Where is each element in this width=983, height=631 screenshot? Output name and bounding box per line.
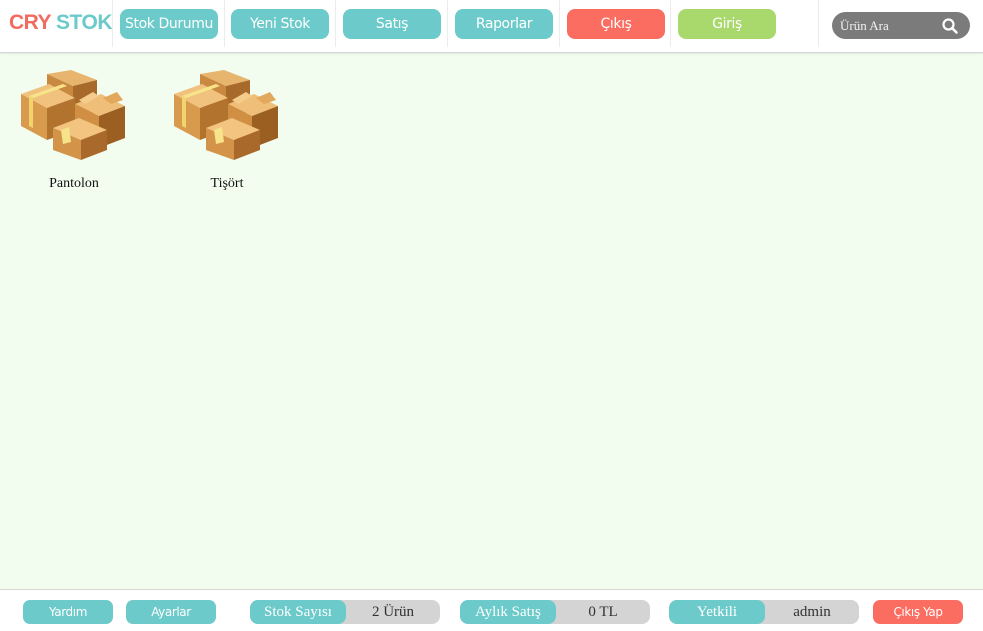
settings-button[interactable]: Ayarlar bbox=[126, 600, 216, 624]
app-logo: CRY STOK bbox=[9, 11, 112, 35]
logo-part-2: STOK bbox=[56, 11, 112, 34]
divider bbox=[112, 0, 113, 47]
reports-button[interactable]: Raporlar bbox=[455, 9, 553, 39]
product-item-tisort[interactable]: Tişört bbox=[172, 70, 282, 200]
stock-count-value: 2 Ürün bbox=[371, 604, 415, 620]
bottom-bar: Yardım Ayarlar Stok Sayısı 2 Ürün Aylık … bbox=[0, 589, 983, 631]
authorized-label: Yetkili bbox=[669, 600, 765, 624]
entry-button[interactable]: Giriş bbox=[678, 9, 776, 39]
stock-status-button[interactable]: Stok Durumu bbox=[120, 9, 218, 39]
logout-button[interactable]: Çıkış Yap bbox=[873, 600, 963, 624]
divider bbox=[670, 0, 671, 47]
search-box bbox=[832, 12, 970, 39]
cardboard-boxes-icon bbox=[21, 70, 125, 160]
product-label: Tişört bbox=[210, 176, 244, 191]
product-item-pantolon[interactable]: Pantolon bbox=[19, 70, 129, 200]
top-bar: CRY STOK Stok Durumu Yeni Stok Satış Rap… bbox=[0, 0, 983, 53]
stock-count-label: Stok Sayısı bbox=[250, 600, 346, 624]
logo-part-1: CRY bbox=[9, 11, 51, 34]
help-button[interactable]: Yardım bbox=[23, 600, 113, 624]
monthly-sales-value: 0 TL bbox=[588, 604, 618, 620]
exit-button[interactable]: Çıkış bbox=[567, 9, 665, 39]
new-stock-button[interactable]: Yeni Stok bbox=[231, 9, 329, 39]
stock-count-indicator: Stok Sayısı 2 Ürün bbox=[250, 600, 440, 624]
authorized-value: admin bbox=[793, 604, 831, 620]
sales-button[interactable]: Satış bbox=[343, 9, 441, 39]
search-icon[interactable] bbox=[941, 17, 959, 35]
divider bbox=[335, 0, 336, 47]
search-input[interactable] bbox=[840, 16, 940, 35]
divider bbox=[818, 0, 819, 47]
divider bbox=[559, 0, 560, 47]
product-label: Pantolon bbox=[49, 176, 99, 191]
monthly-sales-label: Aylık Satış bbox=[460, 600, 556, 624]
divider bbox=[447, 0, 448, 47]
divider bbox=[224, 0, 225, 47]
monthly-sales-indicator: Aylık Satış 0 TL bbox=[460, 600, 650, 624]
authorized-user-indicator: Yetkili admin bbox=[669, 600, 859, 624]
cardboard-boxes-icon bbox=[174, 70, 278, 160]
